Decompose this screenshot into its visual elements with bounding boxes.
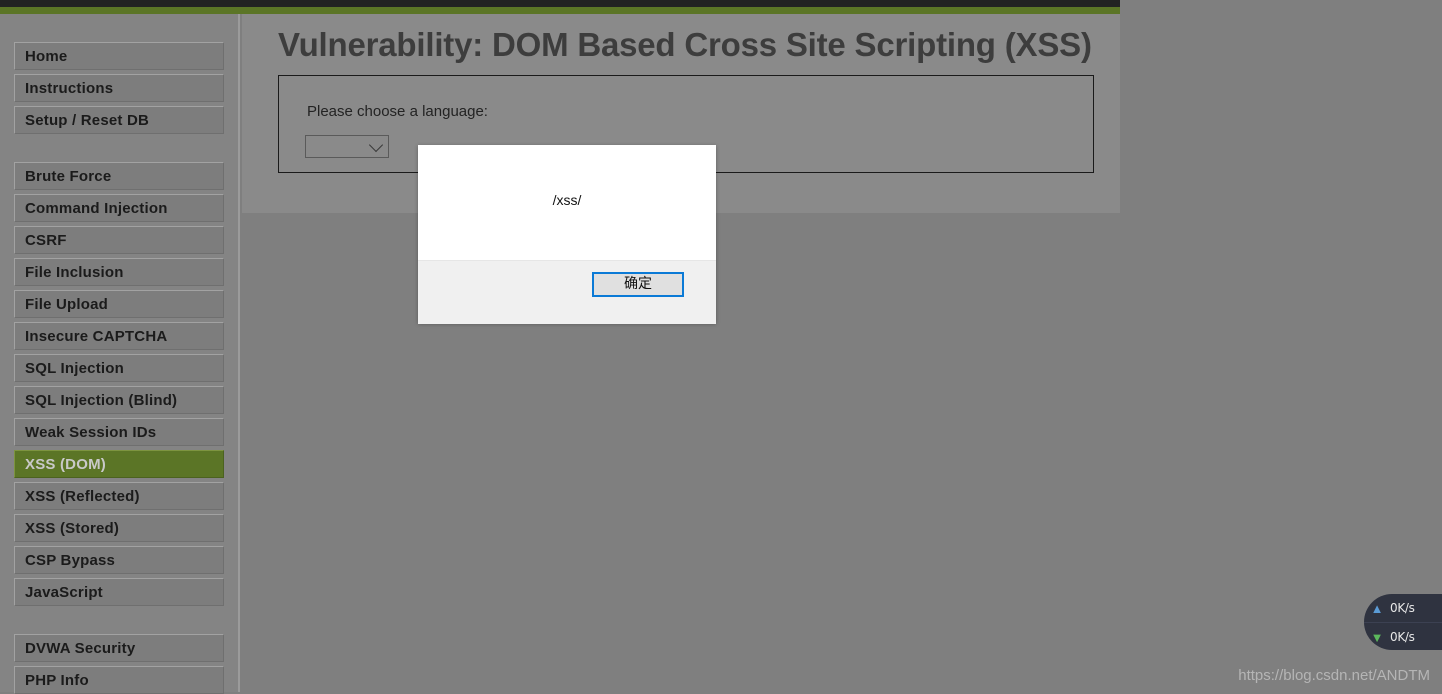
page-wrapper: Home Instructions Setup / Reset DB Brute F… <box>0 14 1120 694</box>
alert-dialog-footer: 确定 <box>418 260 716 324</box>
alert-dialog-body: /xss/ <box>418 145 716 260</box>
alert-message: /xss/ <box>552 192 582 208</box>
sidebar-group-spacer-1 <box>0 138 238 162</box>
sidebar-group-vulnerabilities: Brute Force Command Injection CSRF File Inc… <box>0 162 238 606</box>
download-speed-value: 0K/s <box>1390 630 1415 644</box>
sidebar-item-file-upload[interactable]: File Upload <box>14 290 224 318</box>
sidebar-group-meta: DVWA Security PHP Info <box>0 634 238 694</box>
main-content: Vulnerability: DOM Based Cross Site Scri… <box>242 14 1120 692</box>
page-title: Vulnerability: DOM Based Cross Site Scri… <box>278 26 1092 63</box>
sidebar-item-home[interactable]: Home <box>14 42 224 70</box>
network-upload-row: ▲ 0K/s <box>1364 594 1442 622</box>
sidebar-item-csp-bypass[interactable]: CSP Bypass <box>14 546 224 574</box>
sidebar-item-javascript[interactable]: JavaScript <box>14 578 224 606</box>
right-background-column <box>1120 0 1442 692</box>
sidebar-item-file-inclusion[interactable]: File Inclusion <box>14 258 224 286</box>
sidebar-navigation: Home Instructions Setup / Reset DB Brute F… <box>0 14 240 694</box>
sidebar-item-xss-dom[interactable]: XSS (DOM) <box>14 450 224 478</box>
choose-language-label: Please choose a language: <box>307 103 488 120</box>
network-speed-widget[interactable]: ▲ 0K/s ▼ 0K/s <box>1364 594 1442 650</box>
upload-speed-value: 0K/s <box>1390 601 1415 615</box>
sidebar-item-xss-reflected[interactable]: XSS (Reflected) <box>14 482 224 510</box>
sidebar-item-sql-injection[interactable]: SQL Injection <box>14 354 224 382</box>
sidebar-group-general: Home Instructions Setup / Reset DB <box>0 42 238 134</box>
sidebar-item-command-injection[interactable]: Command Injection <box>14 194 224 222</box>
sidebar-item-csrf[interactable]: CSRF <box>14 226 224 254</box>
sidebar-item-weak-session-ids[interactable]: Weak Session IDs <box>14 418 224 446</box>
sidebar-item-setup-reset-db[interactable]: Setup / Reset DB <box>14 106 224 134</box>
sidebar-item-dvwa-security[interactable]: DVWA Security <box>14 634 224 662</box>
sidebar-item-sql-injection-blind[interactable]: SQL Injection (Blind) <box>14 386 224 414</box>
sidebar-item-xss-stored[interactable]: XSS (Stored) <box>14 514 224 542</box>
network-download-row: ▼ 0K/s <box>1364 622 1442 651</box>
alert-dialog: /xss/ 确定 <box>418 145 716 324</box>
watermark-text: https://blog.csdn.net/ANDTM <box>1238 667 1430 684</box>
top-bar-green-accent <box>0 7 1120 14</box>
sidebar-top-spacer <box>0 14 238 42</box>
alert-ok-button[interactable]: 确定 <box>592 272 684 297</box>
language-select[interactable] <box>305 135 389 158</box>
arrow-up-icon: ▲ <box>1370 600 1384 616</box>
sidebar-group-spacer-2 <box>0 610 238 634</box>
chevron-down-icon <box>368 137 384 153</box>
sidebar-item-instructions[interactable]: Instructions <box>14 74 224 102</box>
arrow-down-icon: ▼ <box>1370 629 1384 645</box>
sidebar-item-brute-force[interactable]: Brute Force <box>14 162 224 190</box>
sidebar-item-php-info[interactable]: PHP Info <box>14 666 224 694</box>
sidebar-item-insecure-captcha[interactable]: Insecure CAPTCHA <box>14 322 224 350</box>
top-bar-dark <box>0 0 1120 7</box>
